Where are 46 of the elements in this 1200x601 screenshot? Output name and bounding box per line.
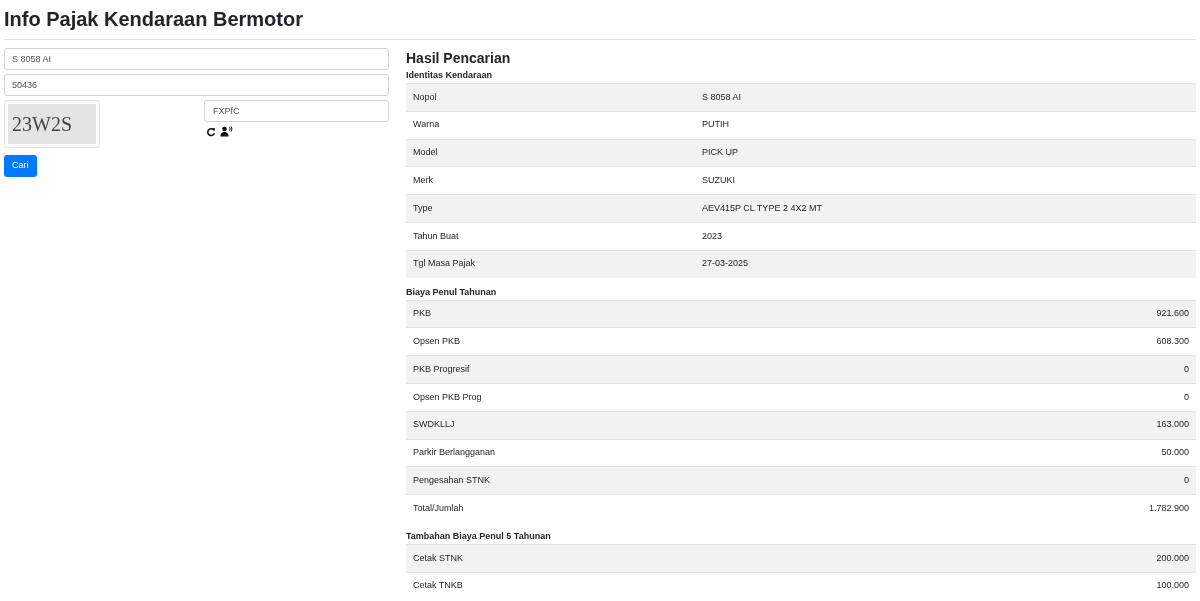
row-label: Pengesahan STNK [413, 474, 492, 487]
row-value: 608.300 [1156, 335, 1189, 348]
section-heading: Biaya Penul Tahunan [406, 285, 498, 299]
row-value: 163.000 [1156, 418, 1189, 432]
row-value: AEV415P CL TYPE 2 4X2 MT [702, 201, 822, 215]
row-value: PUTIH [702, 118, 729, 132]
row-label: Warna [413, 118, 441, 132]
row-label: Merk [413, 174, 434, 188]
row-label: Opsen PKB [413, 335, 462, 348]
row-value: 0 [1184, 390, 1189, 404]
row-value: SUZUKI [702, 174, 735, 188]
row-value: 0 [1184, 474, 1189, 487]
row-label: Type [413, 201, 434, 215]
row-label: Nopol [413, 90, 438, 104]
page-title: Info Pajak Kendaraan Bermotor [4, 8, 303, 29]
row-value: 200.000 [1156, 551, 1189, 565]
row-value: 1.782.900 [1148, 501, 1189, 515]
row-value: 0 [1184, 362, 1189, 376]
row-label: Parkir Berlangganan [413, 446, 497, 460]
row-value: 50.000 [1161, 446, 1189, 460]
section-heading: Identitas Kendaraan [406, 69, 494, 82]
section-heading: Tambahan Biaya Penul 5 Tahunan [406, 529, 552, 543]
refresh-icon[interactable] [206, 126, 216, 137]
captcha-image: 23W2S [8, 104, 96, 144]
row-value: PICK UP [702, 146, 738, 160]
row-value: 100.000 [1156, 579, 1189, 593]
captcha-answer-field[interactable]: FXPfC [204, 100, 389, 122]
search-button[interactable]: Cari [4, 155, 37, 177]
plate-number-field[interactable]: S 8058 AI [4, 48, 389, 70]
row-value: 921.600 [1156, 307, 1189, 321]
row-label: Total/Jumlah [413, 501, 465, 515]
row-label: Tgl Masa Pajak [413, 257, 477, 271]
row-label: Tahun Buat [413, 229, 460, 243]
row-label: Model [413, 146, 439, 160]
row-value: 2023 [702, 229, 723, 243]
row-label: Cetak STNK [413, 551, 464, 565]
row-label: PKB Progresif [413, 362, 471, 376]
code-field[interactable]: 50436 [4, 74, 389, 96]
results-title: Hasil Pencarian [406, 49, 512, 67]
row-value: 27-03-2025 [702, 257, 749, 271]
row-value: S 8058 AI [702, 90, 742, 104]
row-label: Opsen PKB Prog [413, 390, 483, 404]
audio-speaker-icon[interactable] [220, 126, 233, 137]
row-label: PKB [413, 307, 432, 321]
row-label: SWDKLLJ [413, 418, 456, 432]
row-label: Cetak TNKB [413, 579, 464, 593]
